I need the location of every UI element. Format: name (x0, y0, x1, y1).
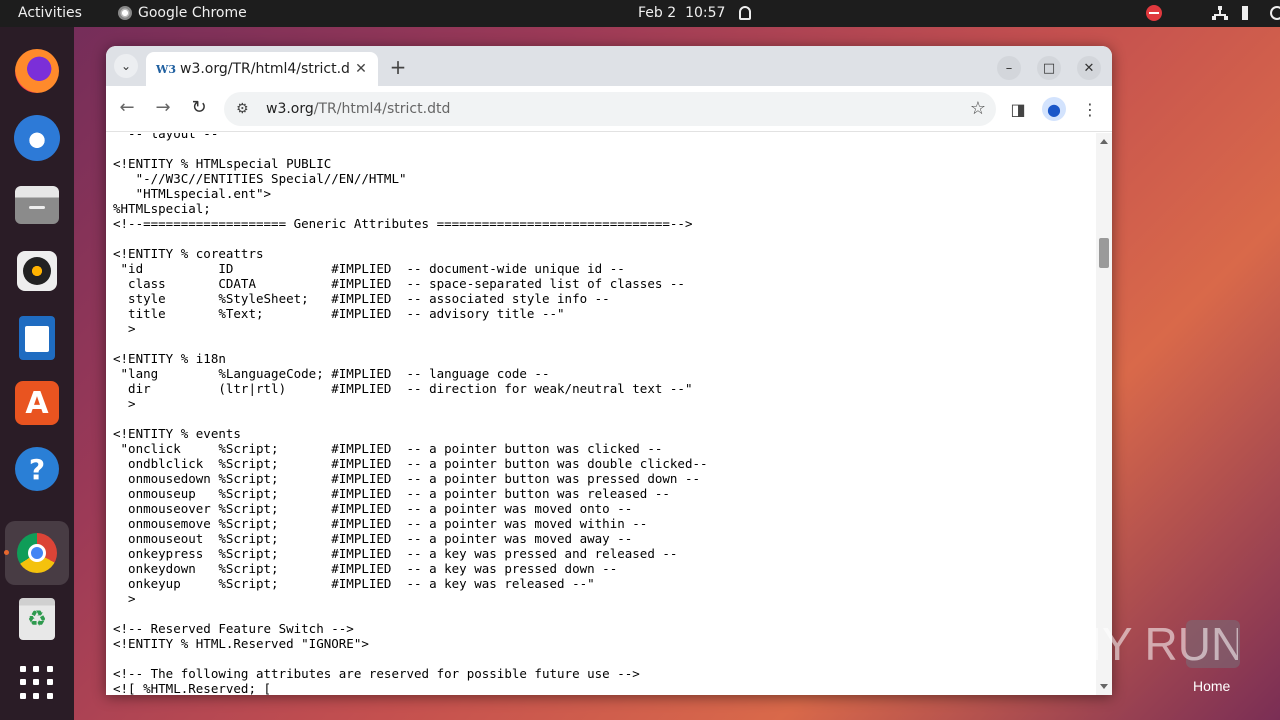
tab-title: w3.org/TR/html4/strict.d (180, 61, 350, 77)
thunderbird-icon (14, 115, 60, 161)
tab-search-button[interactable]: ⌄ (114, 54, 138, 78)
system-tray[interactable] (1146, 5, 1280, 21)
writer-icon (19, 316, 55, 360)
back-button[interactable]: ← (116, 98, 138, 120)
top-bar: Activities Google Chrome Feb 2 10:57 (0, 0, 1280, 27)
maximize-icon: □ (1042, 60, 1056, 76)
side-panel-icon: ◨ (1010, 99, 1026, 119)
menu-button[interactable]: ⋮ (1078, 97, 1102, 121)
reload-button[interactable]: ↻ (188, 98, 210, 120)
close-tab-button[interactable]: ✕ (352, 60, 370, 78)
network-icon (1212, 6, 1228, 20)
vertical-scrollbar[interactable] (1096, 133, 1112, 695)
tab-active[interactable]: W3 w3.org/TR/html4/strict.d ✕ (146, 52, 378, 86)
do-not-disturb-icon (1146, 5, 1162, 21)
page-content[interactable]: -- layout -- <!ENTITY % HTMLspecial PUBL… (106, 133, 1096, 695)
rhythmbox-icon (17, 251, 57, 291)
side-panel-button[interactable]: ◨ (1006, 97, 1030, 121)
clock-text: Feb 2 10:57 (638, 5, 726, 21)
site-info-icon[interactable]: ⚙ (236, 101, 256, 117)
app-menu[interactable]: Google Chrome (118, 5, 247, 21)
watermark-logo: ANY RUN (1038, 612, 1238, 672)
w3c-favicon-icon: W3 (156, 62, 177, 76)
profile-button[interactable]: ● (1042, 97, 1066, 121)
files-icon (15, 186, 59, 224)
scroll-thumb[interactable] (1099, 238, 1109, 268)
arrow-right-icon: → (155, 97, 171, 118)
clock[interactable]: Feb 2 10:57 (638, 5, 752, 21)
power-icon (1270, 6, 1280, 20)
dock-files[interactable] (13, 181, 61, 229)
show-apps-button[interactable] (13, 659, 61, 707)
close-window-button[interactable]: ✕ (1077, 56, 1101, 80)
chevron-down-icon: ⌄ (120, 59, 132, 73)
avatar-icon: ● (1047, 99, 1061, 119)
url-host: w3.org (266, 101, 314, 117)
running-indicator (4, 550, 9, 555)
chrome-icon (118, 6, 132, 20)
dock-thunderbird[interactable] (13, 114, 61, 162)
new-tab-button[interactable]: + (386, 56, 410, 80)
app-name: Google Chrome (138, 5, 247, 21)
bell-icon (739, 6, 752, 20)
app-grid-icon (20, 666, 54, 700)
dock-firefox[interactable] (13, 47, 61, 95)
reload-icon: ↻ (191, 97, 207, 118)
minimize-button[interactable]: – (997, 56, 1021, 80)
watermark-text: ANY RUN (1038, 618, 1238, 670)
dock-writer[interactable] (13, 314, 61, 362)
scroll-down-icon[interactable] (1100, 684, 1108, 689)
browser-window: ⌄ W3 w3.org/TR/html4/strict.d ✕ + – □ ✕ … (106, 46, 1112, 695)
volume-icon (1242, 6, 1256, 20)
dock-chrome[interactable] (5, 521, 69, 585)
app-center-icon: A (15, 381, 59, 425)
firefox-icon (15, 49, 59, 93)
dock-help[interactable]: ? (13, 445, 61, 493)
activities-button[interactable]: Activities (18, 5, 82, 21)
home-label[interactable]: Home (1193, 678, 1230, 694)
dock-trash[interactable]: ♻ (13, 595, 61, 643)
dtd-text: -- layout -- <!ENTITY % HTMLspecial PUBL… (113, 133, 708, 695)
trash-icon: ♻ (19, 598, 55, 640)
maximize-button[interactable]: □ (1037, 56, 1061, 80)
more-vert-icon: ⋮ (1082, 99, 1098, 119)
dock-rhythmbox[interactable] (13, 247, 61, 295)
dock: A ? ♻ (0, 27, 74, 720)
arrow-left-icon: ← (119, 97, 135, 118)
close-icon: ✕ (1083, 60, 1095, 76)
toolbar: ← → ↻ ⚙ w3.org/TR/html4/strict.dtd ☆ ◨ ●… (106, 86, 1112, 132)
tab-strip: ⌄ W3 w3.org/TR/html4/strict.d ✕ + – □ ✕ (106, 46, 1112, 86)
dock-app-center[interactable]: A (13, 379, 61, 427)
bookmark-star-icon[interactable]: ☆ (970, 98, 986, 119)
forward-button[interactable]: → (152, 98, 174, 120)
url-path: /TR/html4/strict.dtd (313, 101, 451, 117)
help-icon: ? (15, 447, 59, 491)
minimize-icon: – (1005, 60, 1013, 76)
chrome-icon (17, 533, 57, 573)
address-bar[interactable]: ⚙ w3.org/TR/html4/strict.dtd ☆ (224, 92, 996, 126)
scroll-up-icon[interactable] (1100, 139, 1108, 144)
